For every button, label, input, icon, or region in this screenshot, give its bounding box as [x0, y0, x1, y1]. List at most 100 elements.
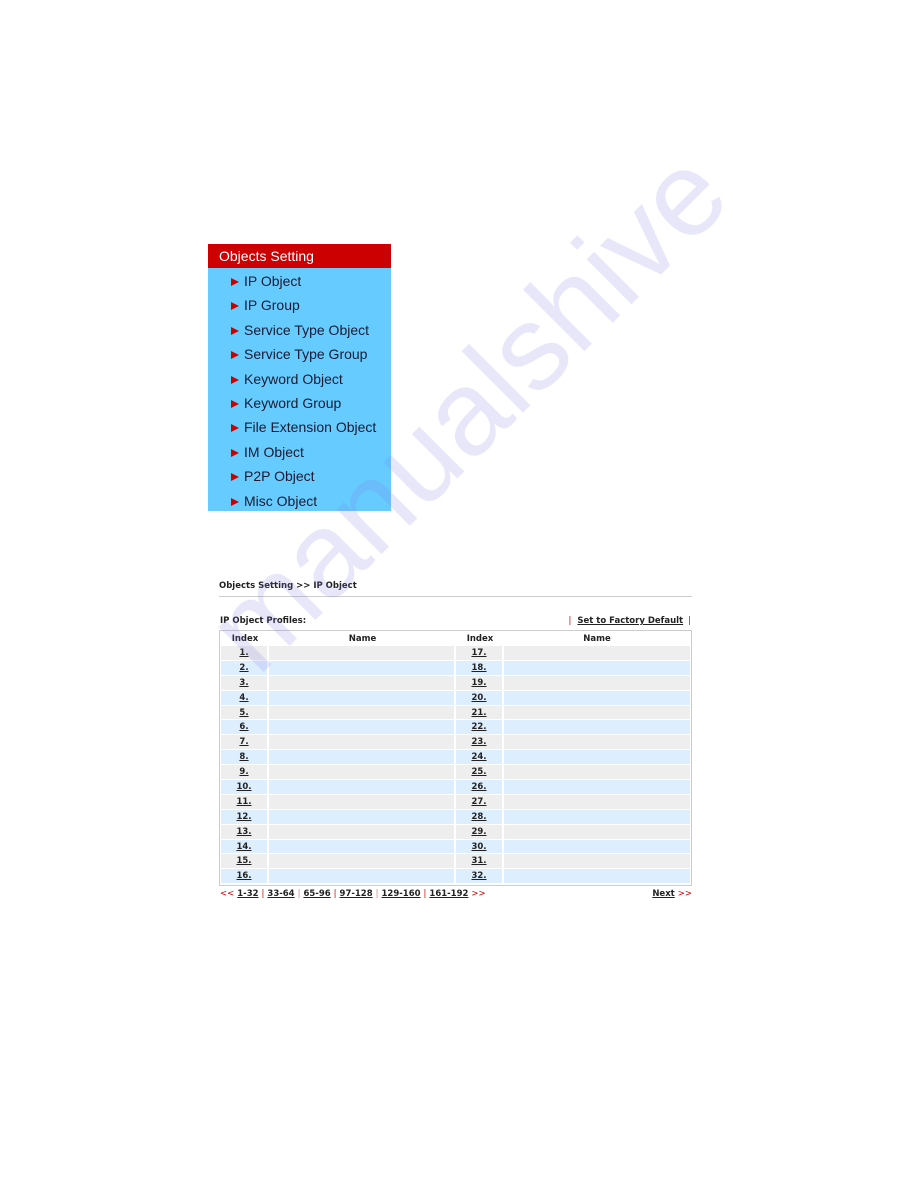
menu-item-label: IP Object	[244, 273, 302, 289]
menu-item-keyword-group[interactable]: Keyword Group	[208, 391, 391, 415]
profiles-table-container: Index Name Index Name 1. 17. 2. 18. 3. 19. 4. 2…	[219, 630, 692, 887]
index-cell: 20.	[456, 690, 504, 706]
index-cell: 12.	[221, 809, 269, 825]
page-range-link[interactable]: 161-192	[429, 889, 468, 899]
triangle-right-icon	[231, 302, 239, 311]
menu-item-file-extension-object[interactable]: File Extension Object	[208, 415, 391, 439]
profile-index-link[interactable]: 11.	[236, 797, 251, 807]
index-cell: 2.	[221, 660, 269, 676]
table-row: 11. 27.	[221, 794, 690, 810]
profile-index-link[interactable]: 22.	[471, 722, 486, 732]
profile-index-link[interactable]: 2.	[239, 663, 248, 673]
name-cell	[269, 735, 456, 751]
index-cell: 31.	[456, 854, 504, 870]
profile-index-link[interactable]: 16.	[236, 871, 251, 881]
name-cell	[269, 794, 456, 810]
profile-index-link[interactable]: 32.	[471, 871, 486, 881]
next-link[interactable]: Next	[652, 889, 674, 899]
name-cell	[504, 735, 690, 751]
table-body: 1. 17. 2. 18. 3. 19. 4. 20. 5. 21. 6. 22. 7. 23. 8. 24.…	[221, 646, 690, 885]
column-header-name: Name	[583, 634, 611, 644]
profile-index-link[interactable]: 8.	[239, 752, 248, 762]
table-row: 6. 22.	[221, 720, 690, 736]
profile-index-link[interactable]: 9.	[239, 767, 248, 777]
triangle-right-icon	[231, 375, 239, 384]
table-row: 9. 25.	[221, 765, 690, 781]
page-range-link[interactable]: 129-160	[382, 889, 421, 899]
table-row: 4. 20.	[221, 690, 690, 706]
menu-item-service-type-object[interactable]: Service Type Object	[208, 318, 391, 342]
profile-index-link[interactable]: 14.	[236, 842, 251, 852]
table-row: 16. 32.	[221, 869, 690, 885]
profile-index-link[interactable]: 29.	[471, 827, 486, 837]
profile-index-link[interactable]: 25.	[471, 767, 486, 777]
column-header-index: Index	[466, 634, 494, 644]
triangle-right-icon	[231, 473, 239, 482]
profile-index-link[interactable]: 18.	[471, 663, 486, 673]
page-range-link[interactable]: 65-96	[303, 889, 330, 899]
profile-index-link[interactable]: 7.	[239, 737, 248, 747]
profile-index-link[interactable]: 27.	[471, 797, 486, 807]
profile-index-link[interactable]: 15.	[236, 856, 251, 866]
index-cell: 30.	[456, 839, 504, 855]
table-row: 13. 29.	[221, 824, 690, 840]
profile-index-link[interactable]: 4.	[239, 693, 248, 703]
profile-index-link[interactable]: 19.	[471, 678, 486, 688]
menu-item-service-type-group[interactable]: Service Type Group	[208, 342, 391, 366]
profile-index-link[interactable]: 30.	[471, 842, 486, 852]
menu-item-keyword-object[interactable]: Keyword Object	[208, 367, 391, 391]
index-cell: 25.	[456, 765, 504, 781]
profile-index-link[interactable]: 24.	[471, 752, 486, 762]
index-cell: 17.	[456, 646, 504, 661]
index-cell: 28.	[456, 809, 504, 825]
profile-index-link[interactable]: 28.	[471, 812, 486, 822]
menu-header: Objects Setting	[208, 244, 391, 268]
index-cell: 27.	[456, 794, 504, 810]
name-cell	[269, 750, 456, 766]
profile-index-link[interactable]: 23.	[471, 737, 486, 747]
page-range-link[interactable]: 1-32	[237, 889, 258, 899]
set-to-factory-default-link[interactable]: Set to Factory Default	[577, 616, 683, 626]
profile-index-link[interactable]: 3.	[239, 678, 248, 688]
separator: |	[688, 616, 691, 626]
menu-item-im-object[interactable]: IM Object	[208, 440, 391, 464]
name-cell	[269, 660, 456, 676]
profile-index-link[interactable]: 1.	[239, 648, 248, 658]
profiles-table: Index Name Index Name 1. 17. 2. 18. 3. 19. 4. 2…	[221, 632, 690, 885]
menu-item-label: IP Group	[244, 297, 300, 314]
triangle-right-icon	[231, 448, 239, 457]
menu-item-ip-group[interactable]: IP Group	[208, 293, 391, 317]
next-page-arrow: >>	[471, 889, 486, 900]
page-range-link[interactable]: 97-128	[340, 889, 373, 899]
table-row: 7. 23.	[221, 735, 690, 751]
menu-item-p2p-object[interactable]: P2P Object	[208, 464, 391, 488]
page-range-link[interactable]: 33-64	[267, 889, 294, 899]
triangle-right-icon	[231, 399, 239, 408]
profile-index-link[interactable]: 17.	[471, 648, 486, 658]
name-cell	[504, 720, 690, 736]
index-cell: 19.	[456, 675, 504, 691]
profile-index-link[interactable]: 13.	[236, 827, 251, 837]
profile-index-link[interactable]: 6.	[239, 722, 248, 732]
menu-item-misc-object[interactable]: Misc Object	[208, 489, 391, 513]
index-cell: 14.	[221, 839, 269, 855]
separator: |	[333, 889, 337, 900]
profile-index-link[interactable]: 26.	[471, 782, 486, 792]
name-cell	[504, 780, 690, 795]
index-cell: 21.	[456, 705, 504, 721]
profile-index-link[interactable]: 20.	[471, 693, 486, 703]
triangle-right-icon	[231, 424, 239, 433]
profile-index-link[interactable]: 5.	[239, 708, 248, 718]
table-row: 12. 28.	[221, 809, 690, 825]
profile-index-link[interactable]: 21.	[471, 708, 486, 718]
profile-index-link[interactable]: 10.	[236, 782, 251, 792]
index-cell: 22.	[456, 720, 504, 736]
profile-index-link[interactable]: 31.	[471, 856, 486, 866]
next-arrow: >>	[677, 889, 692, 900]
menu-item-ip-object[interactable]: IP Object	[208, 269, 391, 293]
index-cell: 23.	[456, 735, 504, 751]
index-cell: 16.	[221, 869, 269, 885]
index-cell: 10.	[221, 780, 269, 795]
index-cell: 3.	[221, 675, 269, 691]
profile-index-link[interactable]: 12.	[236, 812, 251, 822]
